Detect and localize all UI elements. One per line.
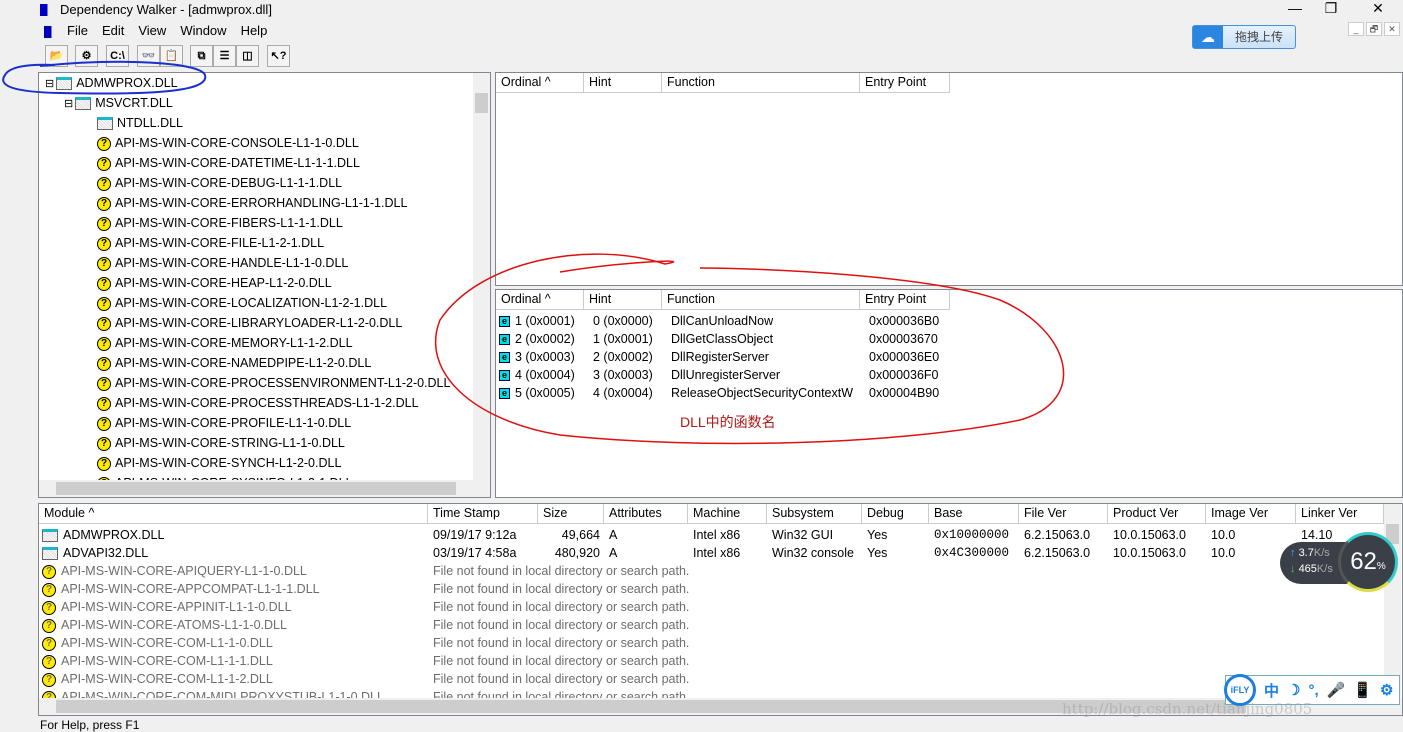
watermark: http://blog.csdn.net/tianjing0805 bbox=[1062, 700, 1313, 718]
microphone-icon[interactable]: 🎤 bbox=[1327, 681, 1346, 699]
download-arrow-icon: ↓ bbox=[1290, 563, 1296, 575]
blue-circle-annotation bbox=[2, 60, 207, 95]
moon-icon[interactable]: ☽ bbox=[1287, 681, 1300, 699]
chinese-mode-icon[interactable]: 中 bbox=[1264, 680, 1279, 701]
tablet-icon[interactable]: 📱 bbox=[1353, 681, 1372, 699]
annotation-layer bbox=[2, 60, 1065, 445]
upload-arrow-icon: ↑ bbox=[1290, 547, 1296, 559]
settings-icon[interactable]: ⚙ bbox=[1380, 681, 1393, 699]
punctuation-icon[interactable]: °, bbox=[1308, 682, 1318, 699]
annotation-text: DLL中的函数名 bbox=[680, 414, 776, 430]
cpu-gauge[interactable]: 62% bbox=[1338, 532, 1398, 592]
